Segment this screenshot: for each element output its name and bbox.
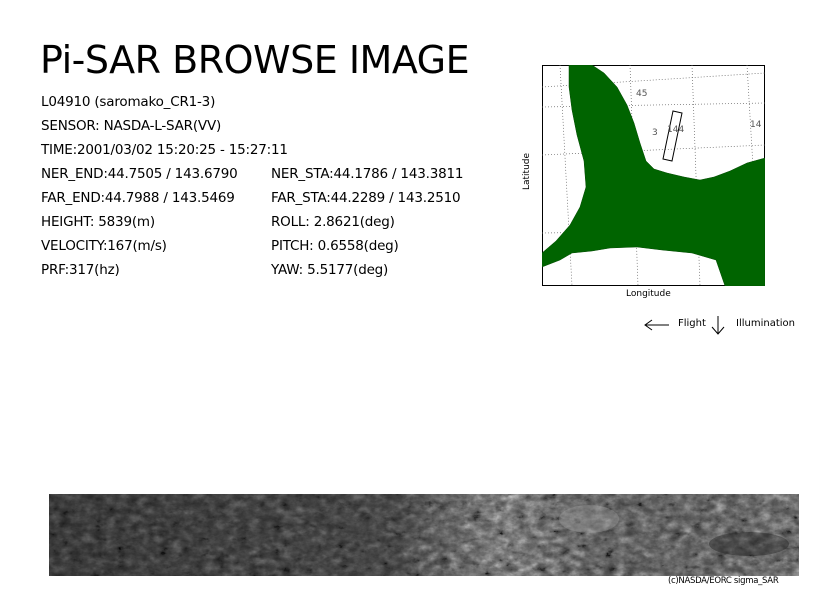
yaw-text: YAW: 5.5177(deg) xyxy=(271,262,389,278)
illumination-label: Illumination xyxy=(736,318,795,329)
far-end-text: FAR_END:44.7988 / 143.5469 xyxy=(41,190,235,206)
sar-browse-strip xyxy=(49,494,799,576)
velocity-text: VELOCITY:167(m/s) xyxy=(41,238,167,254)
sensor-text: SENSOR: NASDA-L-SAR(VV) xyxy=(41,118,222,134)
far-sta-text: FAR_STA:44.2289 / 143.2510 xyxy=(271,190,461,206)
page-title: Pi-SAR BROWSE IMAGE xyxy=(40,38,470,82)
grid-label-14: 14 xyxy=(750,120,762,130)
ner-sta-text: NER_STA:44.1786 / 143.3811 xyxy=(271,166,464,182)
height-text: HEIGHT: 5839(m) xyxy=(41,214,155,230)
roll-text: ROLL: 2.8621(deg) xyxy=(271,214,395,230)
grid-label-3: 3 xyxy=(652,128,658,138)
grid-label-144: 144 xyxy=(667,125,684,135)
pitch-text: PITCH: 0.6558(deg) xyxy=(271,238,399,254)
latitude-axis-label: Latitude xyxy=(522,152,532,190)
longitude-axis-label: Longitude xyxy=(626,289,671,299)
arrow-down-icon xyxy=(711,316,725,335)
location-map: 45 144 14 3 xyxy=(542,65,765,286)
ner-end-text: NER_END:44.7505 / 143.6790 xyxy=(41,166,238,182)
scene-id: L04910 (saromako_CR1-3) xyxy=(41,94,216,110)
flight-label: Flight xyxy=(678,318,706,329)
copyright-text: (c)NASDA/EORC sigma_SAR xyxy=(668,576,779,586)
prf-text: PRF:317(hz) xyxy=(41,262,120,278)
arrow-left-icon xyxy=(644,319,669,331)
time-text: TIME:2001/03/02 15:20:25 - 15:27:11 xyxy=(41,142,288,158)
grid-label-45: 45 xyxy=(636,89,647,99)
